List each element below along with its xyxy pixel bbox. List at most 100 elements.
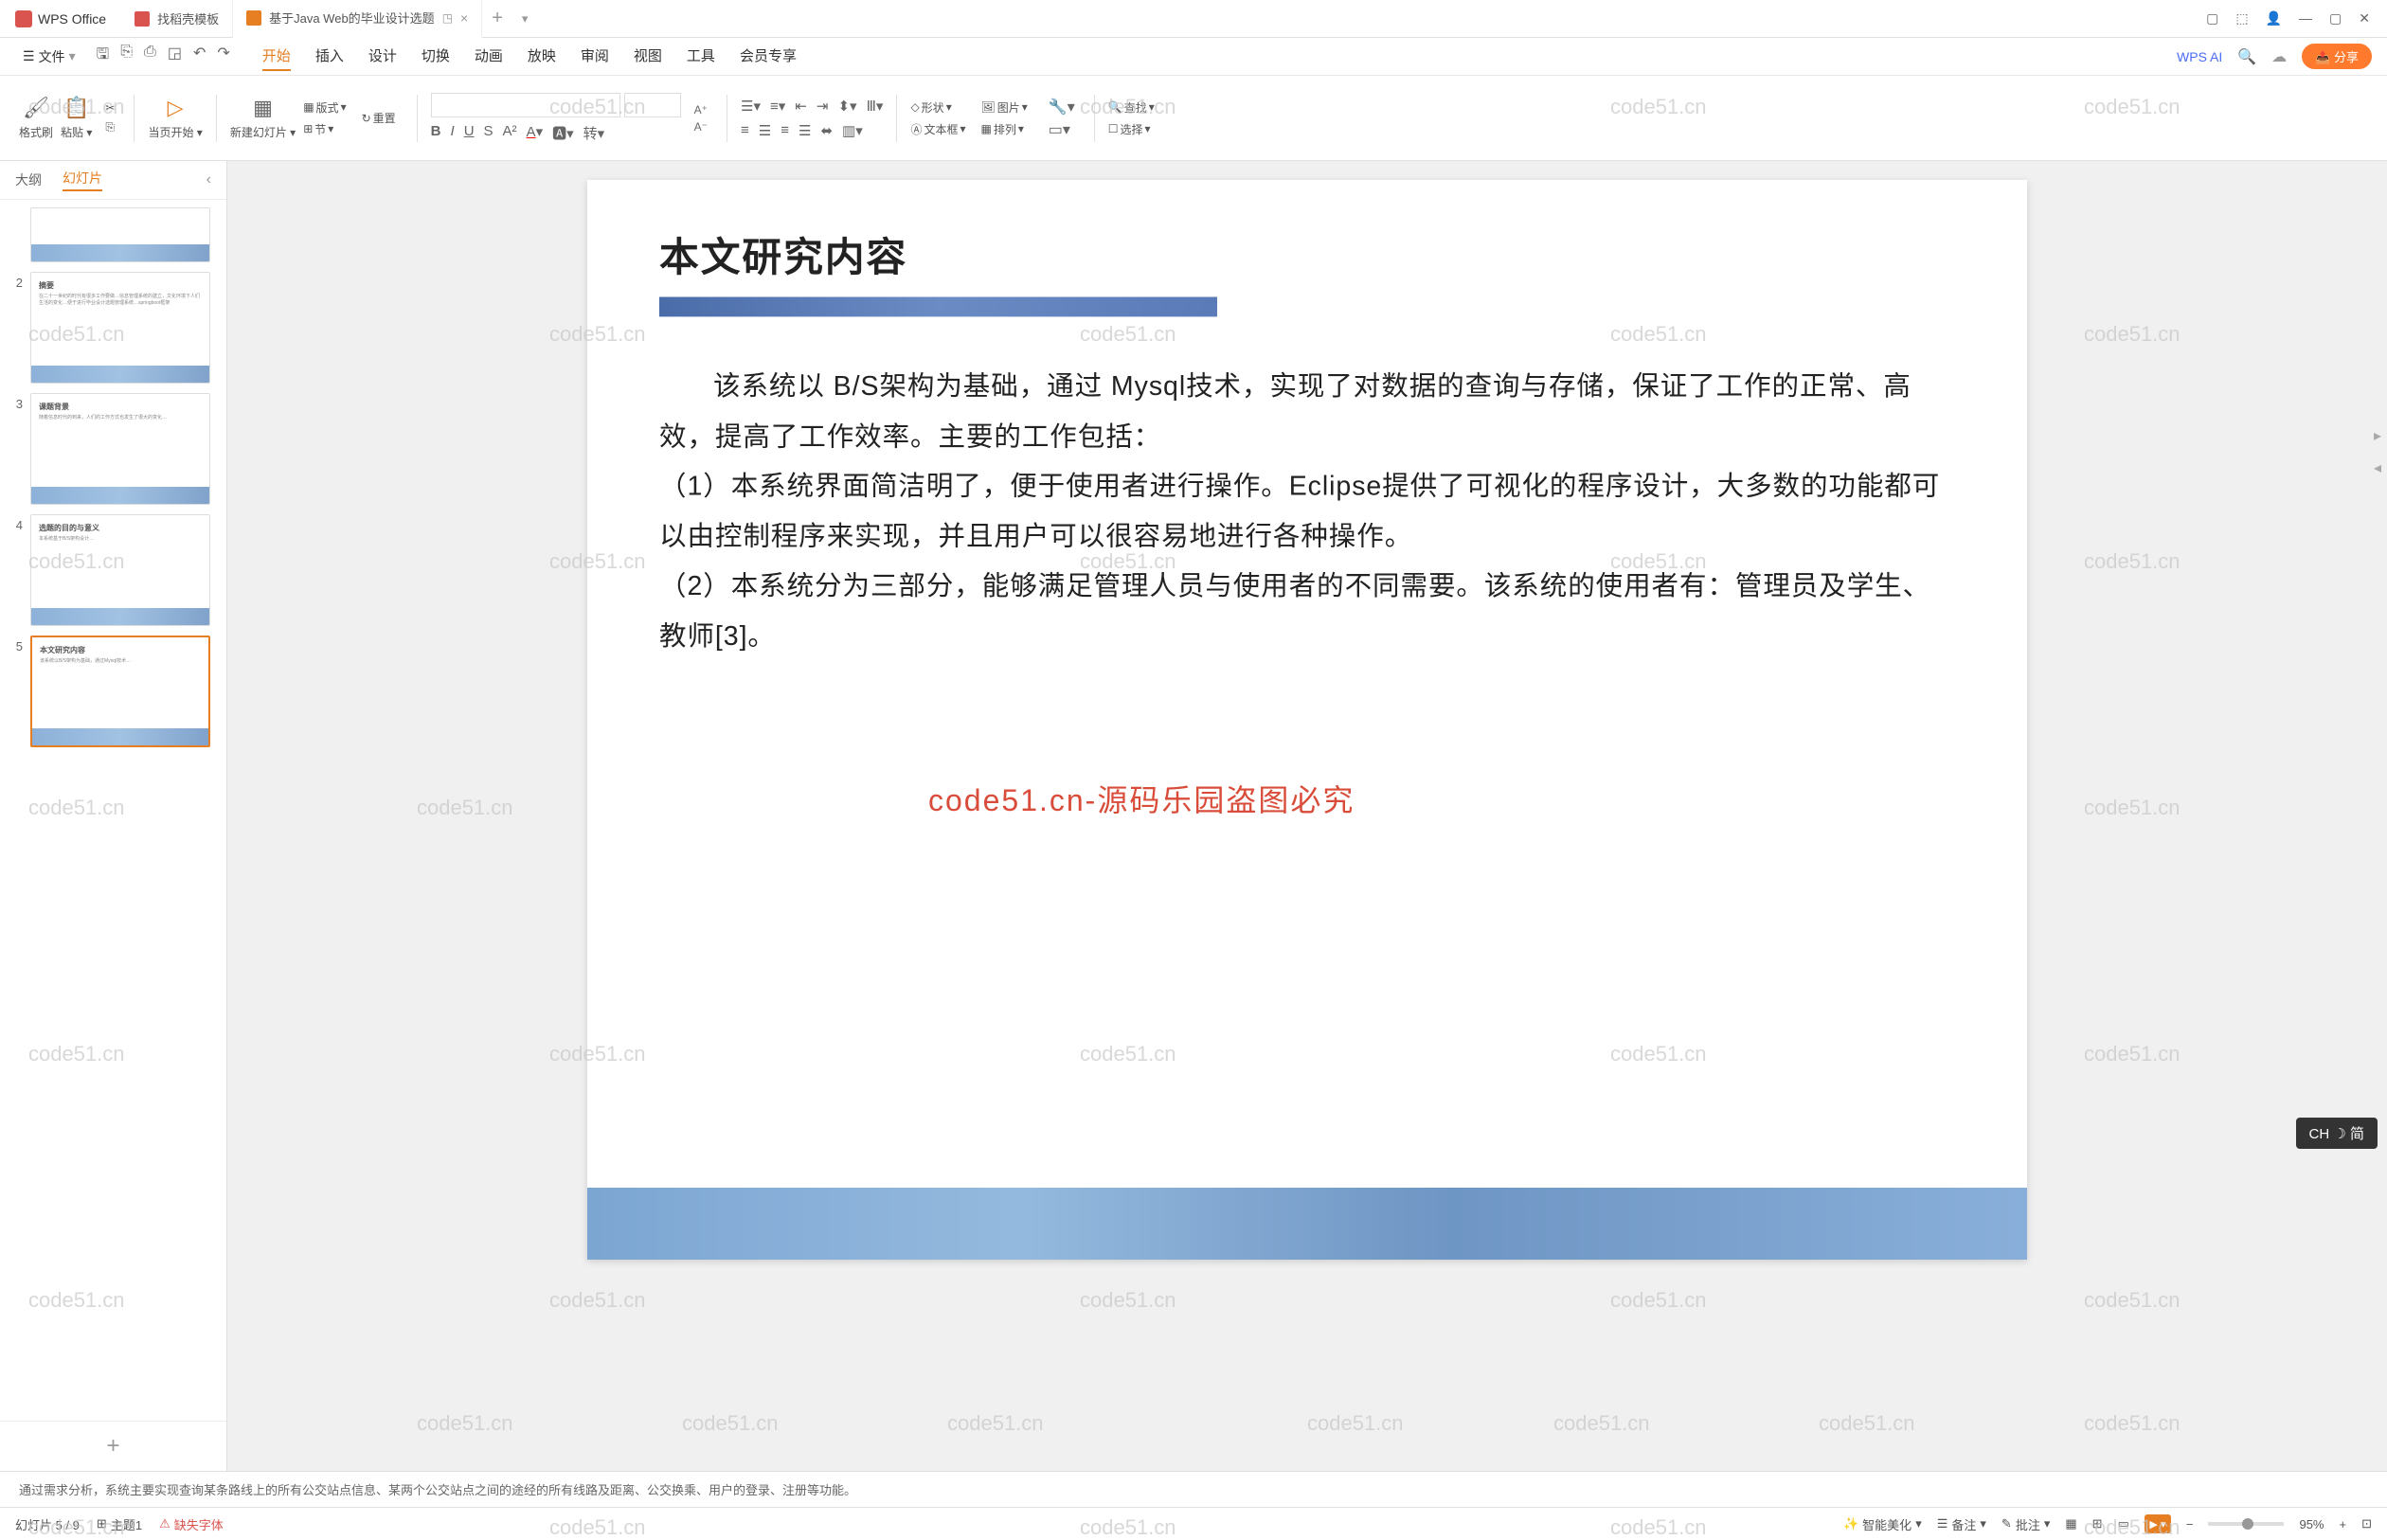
reset-button[interactable]: ↻ 重置 xyxy=(362,110,396,126)
zoom-slider[interactable] xyxy=(2208,1522,2284,1526)
save-icon[interactable]: 🖫 xyxy=(97,44,110,69)
decrease-font-button[interactable]: A⁻ xyxy=(694,120,708,134)
outline-tab[interactable]: 大纲 xyxy=(15,170,42,189)
bullets-button[interactable]: ☰▾ xyxy=(741,98,761,115)
view-reading-icon[interactable]: ▭ xyxy=(2118,1516,2129,1531)
right-tool-1[interactable]: ▸ xyxy=(2374,426,2381,445)
underline-button[interactable]: U xyxy=(464,123,475,143)
print-icon[interactable]: ⎙ xyxy=(144,44,156,69)
align-center-button[interactable]: ☰ xyxy=(759,122,771,139)
textbox-button[interactable]: Ⓐ 文本框 ▾ xyxy=(910,121,965,137)
maximize-button[interactable]: ▢ xyxy=(2329,10,2342,27)
picture-button[interactable]: 🖼 图片 ▾ xyxy=(981,99,1028,116)
preview-icon[interactable]: ◲ xyxy=(168,44,182,69)
distribute-button[interactable]: ⬌ xyxy=(820,122,833,139)
tab-templates[interactable]: 找稻壳模板 xyxy=(121,0,233,38)
align-left-button[interactable]: ≡ xyxy=(741,122,749,139)
tab-insert[interactable]: 插入 xyxy=(315,42,344,71)
new-tab-button[interactable]: + xyxy=(482,8,512,29)
decrease-indent-button[interactable]: ⇤ xyxy=(795,98,807,115)
zoom-level[interactable]: 95% xyxy=(2299,1517,2324,1531)
close-window-button[interactable]: ✕ xyxy=(2359,10,2370,27)
layout-button[interactable]: ▦ 版式 ▾ xyxy=(303,99,346,116)
text-direction-button[interactable]: Ⅲ▾ xyxy=(867,98,884,115)
numbering-button[interactable]: ≡▾ xyxy=(770,98,785,115)
format-brush-button[interactable]: 🖌 格式刷 xyxy=(19,96,53,140)
window-multi-icon[interactable]: ▢ xyxy=(2206,10,2218,27)
slide-thumbnail-2[interactable]: 摘要 在二十一世纪的时代有很多工作要做…信息管理系统的建立，文化环境下人们生活的… xyxy=(30,272,210,384)
paste-button[interactable]: 📋 粘贴 ▾ xyxy=(61,96,92,140)
theme-indicator[interactable]: ⊞ 主题1 xyxy=(97,1515,142,1533)
thumbnail-list[interactable]: 2 摘要 在二十一世纪的时代有很多工作要做…信息管理系统的建立，文化环境下人们生… xyxy=(0,200,226,1421)
strikethrough-button[interactable]: S xyxy=(484,123,494,143)
window-cube-icon[interactable]: ⬚ xyxy=(2235,10,2248,27)
smart-beautify-button[interactable]: ✨ 智能美化 ▾ xyxy=(1843,1515,1922,1533)
line-spacing-button[interactable]: ⬍▾ xyxy=(837,98,856,115)
slide-thumbnail-1[interactable] xyxy=(30,207,210,262)
avatar-icon[interactable]: 👤 xyxy=(2266,10,2282,27)
slide-thumbnail-4[interactable]: 选题的目的与意义 本系统基于B/S架构设计… xyxy=(30,514,210,626)
font-family-select[interactable] xyxy=(431,93,620,117)
tab-view[interactable]: 视图 xyxy=(634,42,662,71)
superscript-button[interactable]: A² xyxy=(503,123,517,143)
right-tool-2[interactable]: ◂ xyxy=(2374,458,2381,477)
tab-menu-button[interactable]: ▾ xyxy=(512,11,538,27)
fill-color-button[interactable]: 🔧▾ xyxy=(1049,98,1075,116)
comments-button[interactable]: ✎ 批注 ▾ xyxy=(2001,1515,2050,1533)
undo-icon[interactable]: ↶ xyxy=(193,44,206,69)
search-icon[interactable]: 🔍 xyxy=(2237,47,2256,66)
section-button[interactable]: ⊞ 节 ▾ xyxy=(303,121,346,137)
slideshow-button[interactable]: ▶ ▾ xyxy=(2145,1514,2171,1533)
close-tab-icon[interactable]: × xyxy=(460,10,468,26)
bold-button[interactable]: B xyxy=(431,123,441,143)
missing-font-indicator[interactable]: ⚠ 缺失字体 xyxy=(159,1515,224,1533)
zoom-out-button[interactable]: − xyxy=(2186,1517,2194,1531)
view-normal-icon[interactable]: ▦ xyxy=(2065,1516,2076,1531)
copy-button[interactable]: ⎘ xyxy=(105,120,115,134)
notes-button[interactable]: ☰ 备注 ▾ xyxy=(1937,1515,1986,1533)
arrange-button[interactable]: ▦ 排列 ▾ xyxy=(981,121,1028,137)
tab-document[interactable]: 基于Java Web的毕业设计选题 ◳ × xyxy=(233,0,482,38)
tab-slideshow[interactable]: 放映 xyxy=(528,42,556,71)
tab-transition[interactable]: 切换 xyxy=(422,42,450,71)
font-size-select[interactable] xyxy=(624,93,681,117)
export-icon[interactable]: ⎘ xyxy=(120,44,133,69)
shape-button[interactable]: ◇ 形状 ▾ xyxy=(910,99,965,116)
italic-button[interactable]: I xyxy=(451,123,455,143)
tab-start[interactable]: 开始 xyxy=(262,42,291,71)
from-current-button[interactable]: ▷ 当页开始 ▾ xyxy=(148,96,202,140)
tab-animation[interactable]: 动画 xyxy=(475,42,503,71)
notes-bar[interactable]: 通过需求分析，系统主要实现查询某条路线上的所有公交站点信息、某两个公交站点之间的… xyxy=(0,1471,2387,1507)
outline-button[interactable]: ▭▾ xyxy=(1049,120,1075,139)
view-sorter-icon[interactable]: ⊞ xyxy=(2092,1516,2103,1531)
convert-button[interactable]: 转▾ xyxy=(583,123,605,143)
slides-tab[interactable]: 幻灯片 xyxy=(63,169,102,191)
find-button[interactable]: 🔍 查找 ▾ xyxy=(1108,99,1155,116)
zoom-in-button[interactable]: + xyxy=(2340,1517,2347,1531)
redo-icon[interactable]: ↷ xyxy=(217,44,229,69)
canvas-scroll[interactable]: 本文研究内容 该系统以 B/S架构为基础，通过 Mysql技术，实现了对数据的查… xyxy=(227,161,2387,1471)
select-button[interactable]: ☐ 选择 ▾ xyxy=(1108,121,1155,137)
tab-member[interactable]: 会员专享 xyxy=(740,42,797,71)
tab-design[interactable]: 设计 xyxy=(368,42,397,71)
wps-ai-button[interactable]: WPS AI xyxy=(2177,49,2222,64)
font-color-button[interactable]: A▾ xyxy=(527,123,544,143)
slide-canvas[interactable]: 本文研究内容 该系统以 B/S架构为基础，通过 Mysql技术，实现了对数据的查… xyxy=(587,180,2027,1260)
collapse-panel-icon[interactable]: ‹ xyxy=(206,171,211,188)
tab-review[interactable]: 审阅 xyxy=(581,42,609,71)
highlight-button[interactable]: 🅰▾ xyxy=(552,123,574,143)
columns-button[interactable]: ▥▾ xyxy=(842,122,863,139)
cloud-icon[interactable]: ☁ xyxy=(2271,47,2287,66)
add-slide-button[interactable]: + xyxy=(0,1421,226,1471)
new-slide-button[interactable]: ▦ 新建幻灯片 ▾ xyxy=(230,96,296,140)
increase-font-button[interactable]: A⁺ xyxy=(694,103,708,116)
fit-button[interactable]: ⊡ xyxy=(2361,1516,2372,1531)
minimize-button[interactable]: — xyxy=(2299,10,2312,27)
file-menu[interactable]: ☰ 文件 ▾ xyxy=(15,47,83,66)
tab-tools[interactable]: 工具 xyxy=(687,42,715,71)
cut-button[interactable]: ✂ xyxy=(105,101,115,115)
slide-thumbnail-5[interactable]: 本文研究内容 该系统以B/S架构为基础，通过Mysql技术… xyxy=(30,636,210,747)
slideshow-icon[interactable]: ◳ xyxy=(442,11,453,25)
align-justify-button[interactable]: ☰ xyxy=(799,122,811,139)
align-right-button[interactable]: ≡ xyxy=(781,122,789,139)
